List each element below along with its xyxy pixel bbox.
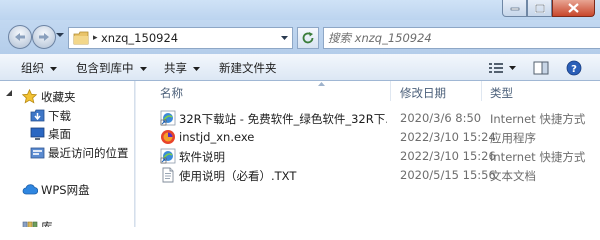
folder-icon	[73, 31, 89, 45]
search-box[interactable]	[323, 27, 600, 49]
breadcrumb-path[interactable]: xnzq_150924	[101, 31, 178, 45]
recent-places-icon	[30, 147, 45, 159]
svg-text:?: ?	[571, 64, 577, 75]
chevron-down-icon	[139, 66, 147, 71]
refresh-button[interactable]	[297, 27, 319, 49]
sidebar-item-label: 下载	[48, 109, 71, 123]
file-name: 软件说明	[179, 150, 225, 164]
share-label: 共享	[164, 61, 187, 75]
wps-cloud-icon	[22, 184, 38, 195]
file-date: 2020/5/15 15:56	[400, 168, 496, 182]
download-folder-icon	[30, 109, 45, 122]
table-row[interactable]: instjd_xn.exe 2022/3/10 15:24 应用程序	[136, 128, 600, 147]
recent-pages-dropdown-icon[interactable]	[56, 33, 64, 38]
file-type: Internet 快捷方式	[490, 150, 586, 164]
maximize-icon	[534, 3, 545, 13]
organize-label: 组织	[21, 61, 44, 75]
column-header-date[interactable]: 修改日期	[400, 85, 446, 101]
sidebar-item-label: 最近访问的位置	[48, 146, 129, 160]
search-input[interactable]	[328, 30, 568, 46]
help-icon: ?	[566, 60, 582, 75]
star-icon	[22, 89, 37, 104]
sidebar-item-library[interactable]: 库	[0, 218, 134, 227]
library-icon	[22, 221, 38, 227]
sidebar-item-label: 桌面	[48, 127, 71, 141]
navigation-pane: 收藏夹 下载 桌面 最近访问的位置 WPS网盘 库	[0, 81, 134, 227]
file-date: 2020/3/6 8:50	[400, 111, 482, 125]
organize-menu[interactable]: 组织	[21, 60, 57, 76]
column-divider[interactable]	[481, 81, 482, 101]
forward-button[interactable]	[32, 25, 56, 49]
refresh-icon	[302, 32, 314, 44]
sidebar-item-wps-cloud[interactable]: WPS网盘	[0, 181, 134, 199]
file-date: 2022/3/10 15:24	[400, 130, 496, 144]
file-name: instjd_xn.exe	[179, 130, 255, 144]
window-controls	[502, 0, 595, 17]
minimize-button[interactable]	[502, 0, 527, 17]
chevron-down-icon	[193, 66, 200, 71]
chevron-down-icon	[509, 65, 516, 70]
collapse-arrow-icon[interactable]	[6, 90, 13, 97]
help-button[interactable]: ?	[566, 58, 582, 77]
file-list-pane: 名称 修改日期 类型 32R下载站 - 免费软件_绿色软件_32R下... 20…	[136, 81, 600, 227]
column-header-row: 名称 修改日期 类型	[136, 81, 600, 101]
file-date: 2022/3/10 15:26	[400, 149, 496, 163]
sidebar-item-downloads[interactable]: 下载	[0, 107, 134, 125]
table-row[interactable]: 32R下载站 - 免费软件_绿色软件_32R下... 2020/3/6 8:50…	[136, 109, 600, 128]
exe-app-icon	[161, 130, 175, 144]
file-type: Internet 快捷方式	[490, 112, 586, 126]
details-view-icon	[489, 62, 503, 73]
address-row: ▸ xnzq_150924	[0, 20, 600, 54]
desktop-icon	[30, 127, 45, 140]
minimize-icon	[510, 7, 519, 11]
explorer-window: ▸ xnzq_150924 组织 包含到库中 共享 新建文件夹	[0, 0, 600, 227]
sidebar-item-label: 库	[41, 220, 53, 227]
forward-arrow-icon	[39, 33, 49, 41]
table-row[interactable]: 使用说明（必看）.TXT 2020/5/15 15:56 文本文档	[136, 166, 600, 185]
sidebar-item-label: 收藏夹	[41, 90, 76, 104]
file-type: 应用程序	[490, 131, 536, 145]
close-button[interactable]	[552, 0, 595, 17]
file-name: 32R下载站 - 免费软件_绿色软件_32R下...	[179, 112, 387, 126]
table-row[interactable]: 软件说明 2022/3/10 15:26 Internet 快捷方式	[136, 147, 600, 166]
sort-caret-icon	[318, 82, 325, 86]
address-bar[interactable]: ▸ xnzq_150924	[68, 27, 293, 49]
view-options-button[interactable]	[488, 58, 516, 77]
maximize-button[interactable]	[527, 0, 552, 17]
title-bar	[0, 0, 600, 20]
include-in-library-menu[interactable]: 包含到库中	[76, 60, 147, 76]
back-arrow-icon	[15, 33, 25, 41]
preview-pane-icon	[533, 61, 549, 74]
new-folder-label: 新建文件夹	[219, 61, 277, 75]
file-name: 使用说明（必看）.TXT	[179, 169, 297, 183]
file-type: 文本文档	[490, 169, 536, 183]
sidebar-item-label: WPS网盘	[41, 183, 90, 197]
chevron-down-icon	[50, 66, 57, 71]
new-folder-button[interactable]: 新建文件夹	[219, 60, 277, 76]
include-in-library-label: 包含到库中	[76, 61, 134, 75]
address-dropdown-icon[interactable]	[281, 36, 288, 40]
column-header-type[interactable]: 类型	[490, 85, 513, 101]
column-divider[interactable]	[390, 81, 391, 101]
preview-pane-button[interactable]	[533, 58, 549, 77]
column-header-name[interactable]: 名称	[160, 85, 183, 101]
internet-shortcut-icon	[160, 110, 176, 126]
sidebar-item-desktop[interactable]: 桌面	[0, 125, 134, 143]
internet-shortcut-icon	[160, 148, 176, 164]
sidebar-item-recent-places[interactable]: 最近访问的位置	[0, 144, 134, 162]
back-button[interactable]	[8, 25, 32, 49]
share-menu[interactable]: 共享	[164, 60, 200, 76]
text-file-icon	[162, 167, 174, 183]
breadcrumb-separator: ▸	[93, 33, 98, 43]
sidebar-item-favorites[interactable]: 收藏夹	[0, 88, 134, 106]
close-icon	[568, 3, 579, 13]
command-bar: 组织 包含到库中 共享 新建文件夹 ?	[0, 54, 600, 81]
